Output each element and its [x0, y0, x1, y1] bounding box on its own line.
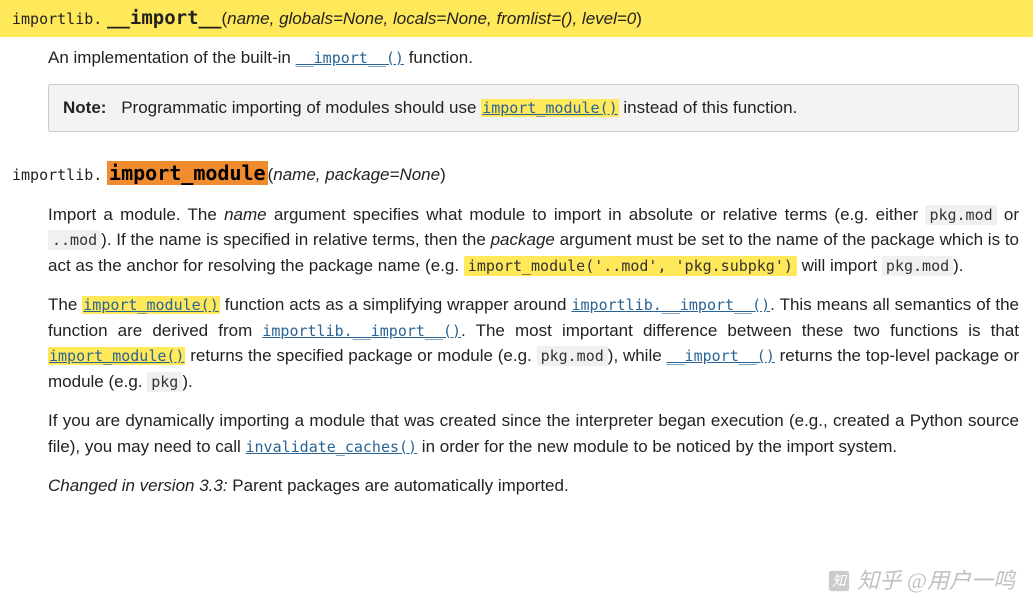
code-literal: pkg.mod	[882, 256, 953, 276]
code-literal: pkg	[147, 372, 182, 392]
link-import-builtin[interactable]: __import__()	[666, 347, 774, 365]
code-literal: ..mod	[48, 230, 101, 250]
link-importlib-import[interactable]: importlib.__import__()	[262, 322, 461, 340]
signature-description: An implementation of the built-in __impo…	[48, 45, 1019, 71]
function-params: name, globals=None, locals=None, fromlis…	[227, 9, 636, 28]
paragraph-changed: Changed in version 3.3: Parent packages …	[48, 473, 1019, 499]
note-box: Note: Programmatic importing of modules …	[48, 84, 1019, 132]
link-import-module-note[interactable]: import_module()	[481, 99, 618, 117]
note-label: Note:	[63, 98, 106, 117]
changed-version: Changed in version 3.3:	[48, 476, 228, 495]
function-params: name, package=None	[273, 165, 440, 184]
module-prefix: importlib.	[12, 10, 102, 28]
function-signature-import-module: importlib. import_module(name, package=N…	[0, 152, 1033, 194]
function-name: __import__	[107, 7, 221, 29]
link-import-builtin[interactable]: __import__()	[296, 49, 404, 67]
link-import-module[interactable]: import_module()	[48, 347, 185, 365]
code-literal: pkg.mod	[925, 205, 996, 225]
emph-name: name	[224, 205, 267, 224]
svg-text:知: 知	[832, 573, 848, 589]
function-signature-import: importlib. __import__(name, globals=None…	[0, 0, 1033, 37]
link-importlib-import[interactable]: importlib.__import__()	[571, 296, 770, 314]
link-invalidate-caches[interactable]: invalidate_caches()	[245, 438, 417, 456]
emph-package: package	[491, 230, 555, 249]
function-name: import_module	[107, 161, 268, 185]
code-literal: pkg.mod	[537, 346, 608, 366]
paragraph-2: The import_module() function acts as a s…	[48, 292, 1019, 394]
paragraph-1: Import a module. The name argument speci…	[48, 202, 1019, 279]
watermark: 知知乎 @用户一鸣	[827, 564, 1015, 597]
paragraph-3: If you are dynamically importing a modul…	[48, 408, 1019, 459]
module-prefix: importlib.	[12, 166, 102, 184]
zhihu-icon: 知	[827, 569, 851, 593]
link-import-module[interactable]: import_module()	[82, 296, 219, 314]
code-literal-hl: import_module('..mod', 'pkg.subpkg')	[464, 256, 797, 276]
